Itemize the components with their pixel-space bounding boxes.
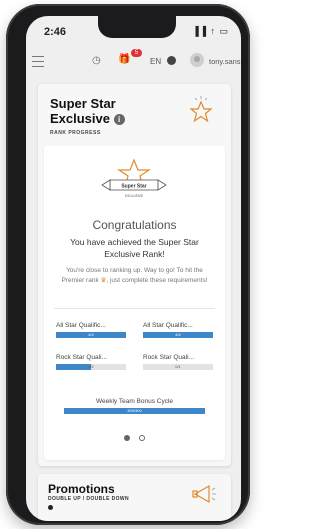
promotions-card[interactable]: Promotions DOUBLE UP / DOUBLE DOWN xyxy=(38,474,231,521)
weekly-bonus-progress-bar[interactable]: 300/300 xyxy=(64,408,205,414)
qualification-value: 1/2 xyxy=(88,364,94,369)
avatar[interactable] xyxy=(190,53,204,67)
qualification-label: All Star Qualific... xyxy=(56,322,106,329)
promotions-indicator xyxy=(48,505,53,510)
signal-wifi-battery-icon: ▐▐ ↑ ▭ xyxy=(192,26,229,36)
rank-progress-card: Super Star Exclusive i RANK PROGRESS Sup… xyxy=(38,84,231,466)
language-selector[interactable]: EN xyxy=(150,57,161,66)
qualification-value: 4/4 xyxy=(175,332,181,337)
notification-badge: 5 xyxy=(131,49,142,57)
carousel-dot[interactable] xyxy=(138,435,145,441)
qualification-item[interactable]: All Star Qualific... 4/4 xyxy=(143,322,213,338)
rank-progress-label: RANK PROGRESS xyxy=(50,130,101,136)
qualification-item[interactable]: Rock Star Quali... 0/1 xyxy=(143,354,213,370)
phone-frame: 2:46 ▐▐ ↑ ▭ ◷ 🎁 5 EN tony.sans ⌄ Super S… xyxy=(6,4,250,525)
promotions-title: Promotions xyxy=(48,482,115,496)
rank-title-line2: Exclusive xyxy=(50,111,110,126)
promotions-subtitle: DOUBLE UP / DOUBLE DOWN xyxy=(48,496,130,502)
top-bar: ◷ 🎁 5 EN tony.sans ⌄ xyxy=(26,48,241,74)
gift-icon[interactable]: 🎁 xyxy=(118,54,130,65)
qualification-progress-bar: 1/2 xyxy=(56,364,126,370)
menu-icon[interactable] xyxy=(32,56,44,67)
rank-title-line1: Super Star xyxy=(50,96,116,111)
qualification-label: Rock Star Quali... xyxy=(56,354,107,361)
carousel-dot-active[interactable] xyxy=(124,435,131,441)
qualification-value: 0/1 xyxy=(175,364,181,369)
close-to-rankup-message: You're close to ranking up. Way to go! T… xyxy=(56,266,213,286)
qualification-progress-bar: 0/1 xyxy=(143,364,213,370)
clock-icon[interactable]: ◷ xyxy=(92,55,101,66)
info-icon[interactable]: i xyxy=(113,114,125,125)
globe-icon[interactable] xyxy=(167,56,176,65)
emblem-subtitle: EXCLUSIVE xyxy=(125,194,143,198)
rank-title: Super Star Exclusive i xyxy=(50,96,125,126)
qualification-progress-bar: 4/4 xyxy=(56,332,126,338)
super-star-emblem: Super Star EXCLUSIVE xyxy=(101,158,167,198)
rank-detail-panel: Super Star EXCLUSIVE Congratulations You… xyxy=(44,146,225,460)
congrats-heading: Congratulations xyxy=(92,218,177,232)
qualification-progress-bar: 4/4 xyxy=(143,332,213,338)
carousel-pagination xyxy=(44,428,225,446)
divider xyxy=(54,308,215,309)
close-msg-part2: , just complete these requirements! xyxy=(106,277,208,284)
user-menu[interactable]: tony.sans ⌄ xyxy=(209,57,241,66)
qualification-label: Rock Star Quali... xyxy=(143,354,194,361)
app-screen: 2:46 ▐▐ ↑ ▭ ◷ 🎁 5 EN tony.sans ⌄ Super S… xyxy=(26,16,241,521)
qualification-item[interactable]: All Star Qualific... 4/4 xyxy=(56,322,126,338)
weekly-bonus-label: Weekly Team Bonus Cycle xyxy=(95,398,174,405)
achieved-message: You have achieved the Super Star Exclusi… xyxy=(70,237,199,259)
weekly-bonus-value: 300/300 xyxy=(127,408,142,413)
qualification-value: 4/4 xyxy=(88,332,94,337)
megaphone-icon xyxy=(192,484,216,504)
clock: 2:46 xyxy=(44,26,67,38)
qualification-label: All Star Qualific... xyxy=(143,322,193,329)
notch xyxy=(98,16,176,38)
emblem-title: Super Star xyxy=(121,184,146,190)
star-rank-icon xyxy=(189,96,213,123)
qualification-item[interactable]: Rock Star Quali... 1/2 xyxy=(56,354,126,370)
